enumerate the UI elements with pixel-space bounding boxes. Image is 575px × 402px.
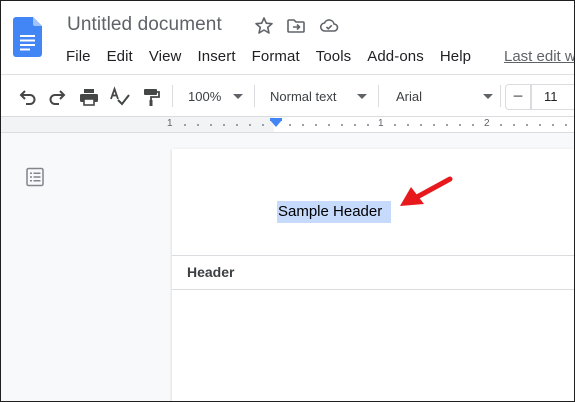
ruler-number: 1: [378, 118, 384, 129]
font-select[interactable]: Arial: [396, 87, 422, 107]
ruler-tick: [407, 124, 409, 126]
menu-tools[interactable]: Tools: [308, 47, 360, 67]
ruler-tick: [526, 124, 528, 126]
toolbar-separator: [500, 85, 501, 107]
ruler-tick: [184, 124, 186, 126]
menu-view[interactable]: View: [141, 47, 190, 67]
app-window: Untitled document File Edit View Insert …: [0, 0, 575, 402]
spellcheck-icon[interactable]: [109, 86, 131, 108]
menu-help[interactable]: Help: [432, 47, 479, 67]
header-section-label: Header: [187, 264, 235, 280]
document-title[interactable]: Untitled document: [67, 14, 222, 36]
last-edit-link[interactable]: Last edit w: [504, 47, 574, 67]
ruler-tick: [289, 124, 291, 126]
ruler-tick: [433, 124, 435, 126]
ruler-tick: [328, 124, 330, 126]
ruler-tick: [315, 124, 317, 126]
toolbar: 100% Normal text Arial − 11: [1, 74, 574, 117]
ruler-tick: [210, 124, 212, 126]
font-caret-icon[interactable]: [483, 94, 493, 99]
ruler-tick: [420, 124, 422, 126]
horizontal-ruler[interactable]: 1 1 2: [1, 117, 574, 133]
ruler-text-area: [274, 117, 574, 132]
menu-insert[interactable]: Insert: [189, 47, 243, 67]
ruler-tick: [223, 124, 225, 126]
ruler-tick: [262, 124, 264, 126]
toolbar-separator: [254, 85, 255, 107]
indent-marker-icon[interactable]: [270, 120, 282, 127]
paint-format-icon[interactable]: [140, 86, 162, 108]
annotation-arrow-icon: [400, 176, 453, 206]
menu-edit[interactable]: Edit: [99, 47, 141, 67]
selected-header-text[interactable]: Sample Header: [277, 201, 392, 223]
toolbar-separator: [172, 85, 173, 107]
ruler-tick: [539, 124, 541, 126]
ruler-tick: [354, 124, 356, 126]
ruler-tick: [459, 124, 461, 126]
menu-addons[interactable]: Add-ons: [359, 47, 432, 67]
docs-logo-icon[interactable]: [13, 17, 42, 57]
ruler-tick: [341, 124, 343, 126]
cloud-saved-icon[interactable]: [319, 16, 339, 36]
ruler-tick: [394, 124, 396, 126]
ruler-tick: [500, 124, 502, 126]
title-bar: Untitled document File Edit View Insert …: [1, 1, 574, 74]
star-icon[interactable]: [254, 16, 274, 36]
style-caret-icon[interactable]: [357, 94, 367, 99]
font-size-input[interactable]: 11: [531, 84, 574, 110]
menu-bar: File Edit View Insert Format Tools Add-o…: [58, 47, 479, 67]
header-divider: [172, 255, 574, 256]
move-folder-icon[interactable]: [286, 16, 306, 36]
ruler-tick: [249, 124, 251, 126]
zoom-select[interactable]: 100%: [188, 87, 221, 107]
ruler-tick: [513, 124, 515, 126]
document-outline-icon[interactable]: [25, 167, 45, 187]
ruler-number: 1: [167, 118, 173, 129]
document-page[interactable]: Sample Header Header: [172, 149, 574, 401]
ruler-tick: [197, 124, 199, 126]
header-bottom-divider: [172, 289, 574, 290]
toolbar-separator: [378, 85, 379, 107]
style-select[interactable]: Normal text: [270, 87, 336, 107]
ruler-tick: [302, 124, 304, 126]
ruler-tick: [446, 124, 448, 126]
decrease-font-size-button[interactable]: −: [505, 84, 531, 110]
menu-file[interactable]: File: [58, 47, 99, 67]
print-icon[interactable]: [78, 86, 100, 108]
undo-icon[interactable]: [16, 86, 38, 108]
redo-icon[interactable]: [47, 86, 69, 108]
ruler-tick: [367, 124, 369, 126]
ruler-number: 2: [484, 118, 490, 129]
ruler-tick: [472, 124, 474, 126]
zoom-caret-icon[interactable]: [233, 94, 243, 99]
ruler-tick: [236, 124, 238, 126]
menu-format[interactable]: Format: [244, 47, 308, 67]
ruler-tick: [552, 124, 554, 126]
ruler-tick: [565, 124, 567, 126]
